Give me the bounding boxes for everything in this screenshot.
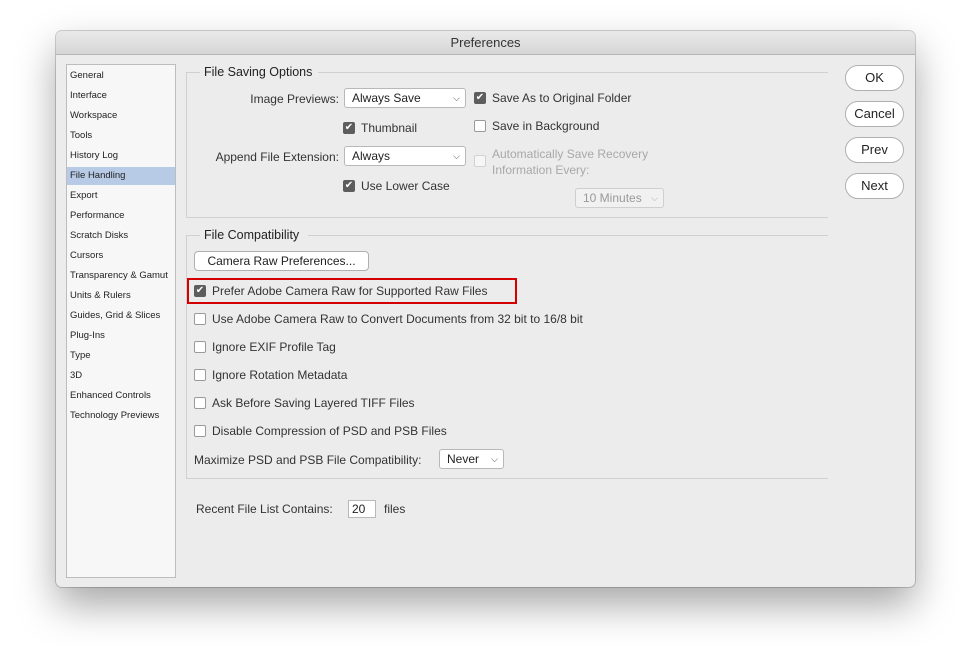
checkmark-icon: ✔ <box>344 122 354 133</box>
group-border-left <box>186 235 187 479</box>
window-title: Preferences <box>56 31 915 55</box>
auto-save-label-line2: Information Every: <box>492 163 590 177</box>
save-background-label: Save in Background <box>492 119 600 133</box>
append-extension-label: Append File Extension: <box>215 150 339 164</box>
sidebar-item-technology-previews[interactable]: Technology Previews <box>67 407 175 425</box>
sidebar-item-3d[interactable]: 3D <box>67 367 175 385</box>
compat-option-checkbox[interactable] <box>194 313 206 325</box>
sidebar-item-file-handling[interactable]: File Handling <box>67 167 175 185</box>
sidebar-item-general[interactable]: General <box>67 67 175 85</box>
cancel-button[interactable]: Cancel <box>845 101 904 127</box>
checkmark-icon: ✔ <box>195 285 205 296</box>
sidebar-item-export[interactable]: Export <box>67 187 175 205</box>
image-previews-label: Image Previews: <box>250 92 339 106</box>
sidebar-item-scratch-disks[interactable]: Scratch Disks <box>67 227 175 245</box>
auto-save-checkbox[interactable] <box>474 155 486 167</box>
checkmark-icon: ✔ <box>344 180 354 191</box>
recent-files-suffix: files <box>384 502 406 516</box>
group-divider <box>186 478 828 479</box>
file-saving-options-title: File Saving Options <box>204 65 313 79</box>
preferences-window: Preferences General Interface Workspace Too… <box>56 31 915 587</box>
sidebar-item-transparency-gamut[interactable]: Transparency & Gamut <box>67 267 175 285</box>
lower-case-checkbox[interactable]: ✔ <box>343 180 355 192</box>
next-button[interactable]: Next <box>845 173 904 199</box>
compat-option-label: Ignore Rotation Metadata <box>212 368 348 382</box>
file-compatibility-title: File Compatibility <box>204 228 300 242</box>
camera-raw-preferences-button[interactable]: Camera Raw Preferences... <box>194 251 369 271</box>
sidebar-item-units-rulers[interactable]: Units & Rulers <box>67 287 175 305</box>
sidebar-item-enhanced-controls[interactable]: Enhanced Controls <box>67 387 175 405</box>
sidebar-item-history-log[interactable]: History Log <box>67 147 175 165</box>
auto-save-label-line1: Automatically Save Recovery <box>492 147 649 161</box>
prev-button[interactable]: Prev <box>845 137 904 163</box>
compat-option-checkbox[interactable] <box>194 397 206 409</box>
chevron-down-icon: ⌵ <box>651 193 658 203</box>
sidebar-item-type[interactable]: Type <box>67 347 175 365</box>
lower-case-label: Use Lower Case <box>361 179 450 193</box>
auto-save-interval-select[interactable]: 10 Minutes ⌵ <box>575 188 664 208</box>
compat-option-label: Use Adobe Camera Raw to Convert Document… <box>212 312 583 326</box>
ok-button[interactable]: OK <box>845 65 904 91</box>
thumbnail-label: Thumbnail <box>361 121 418 135</box>
thumbnail-checkbox[interactable]: ✔ <box>343 122 355 134</box>
compat-option-checkbox[interactable] <box>194 369 206 381</box>
sidebar-item-plug-ins[interactable]: Plug-Ins <box>67 327 175 345</box>
chevron-down-icon: ⌵ <box>453 93 460 103</box>
recent-files-label: Recent File List Contains: <box>196 502 333 516</box>
sidebar-item-cursors[interactable]: Cursors <box>67 247 175 265</box>
sidebar-item-interface[interactable]: Interface <box>67 87 175 105</box>
group-divider <box>186 235 200 236</box>
maximize-compat-label: Maximize PSD and PSB File Compatibility: <box>194 453 422 467</box>
group-divider <box>308 235 828 236</box>
compat-option-checkbox[interactable]: ✔ <box>194 285 206 297</box>
compat-option-label: Ignore EXIF Profile Tag <box>212 340 336 354</box>
recent-files-input[interactable]: 20 <box>348 500 376 518</box>
compat-option-label: Disable Compression of PSD and PSB Files <box>212 424 447 438</box>
auto-save-interval-value: 10 Minutes <box>583 191 642 205</box>
sidebar-item-guides-grid-slices[interactable]: Guides, Grid & Slices <box>67 307 175 325</box>
save-as-original-checkbox[interactable]: ✔ <box>474 92 486 104</box>
image-previews-select[interactable]: Always Save ⌵ <box>344 88 466 108</box>
group-divider <box>186 217 828 218</box>
compat-option-checkbox[interactable] <box>194 425 206 437</box>
append-extension-value: Always <box>352 149 391 163</box>
sidebar-item-performance[interactable]: Performance <box>67 207 175 225</box>
compat-option-label: Prefer Adobe Camera Raw for Supported Ra… <box>212 284 488 298</box>
group-divider <box>318 72 828 73</box>
chevron-down-icon: ⌵ <box>453 151 460 161</box>
save-as-original-label: Save As to Original Folder <box>492 91 632 105</box>
sidebar: General Interface Workspace Tools History Lo… <box>66 64 176 578</box>
checkmark-icon: ✔ <box>475 92 485 103</box>
compat-option-checkbox[interactable] <box>194 341 206 353</box>
chevron-down-icon: ⌵ <box>491 454 498 464</box>
maximize-compat-select[interactable]: Never ⌵ <box>439 449 504 469</box>
sidebar-item-workspace[interactable]: Workspace <box>67 107 175 125</box>
compat-option-label: Ask Before Saving Layered TIFF Files <box>212 396 415 410</box>
sidebar-item-tools[interactable]: Tools <box>67 127 175 145</box>
group-divider <box>186 72 200 73</box>
append-extension-select[interactable]: Always ⌵ <box>344 146 466 166</box>
save-background-checkbox[interactable] <box>474 120 486 132</box>
image-previews-value: Always Save <box>352 91 421 105</box>
maximize-compat-value: Never <box>447 452 480 466</box>
